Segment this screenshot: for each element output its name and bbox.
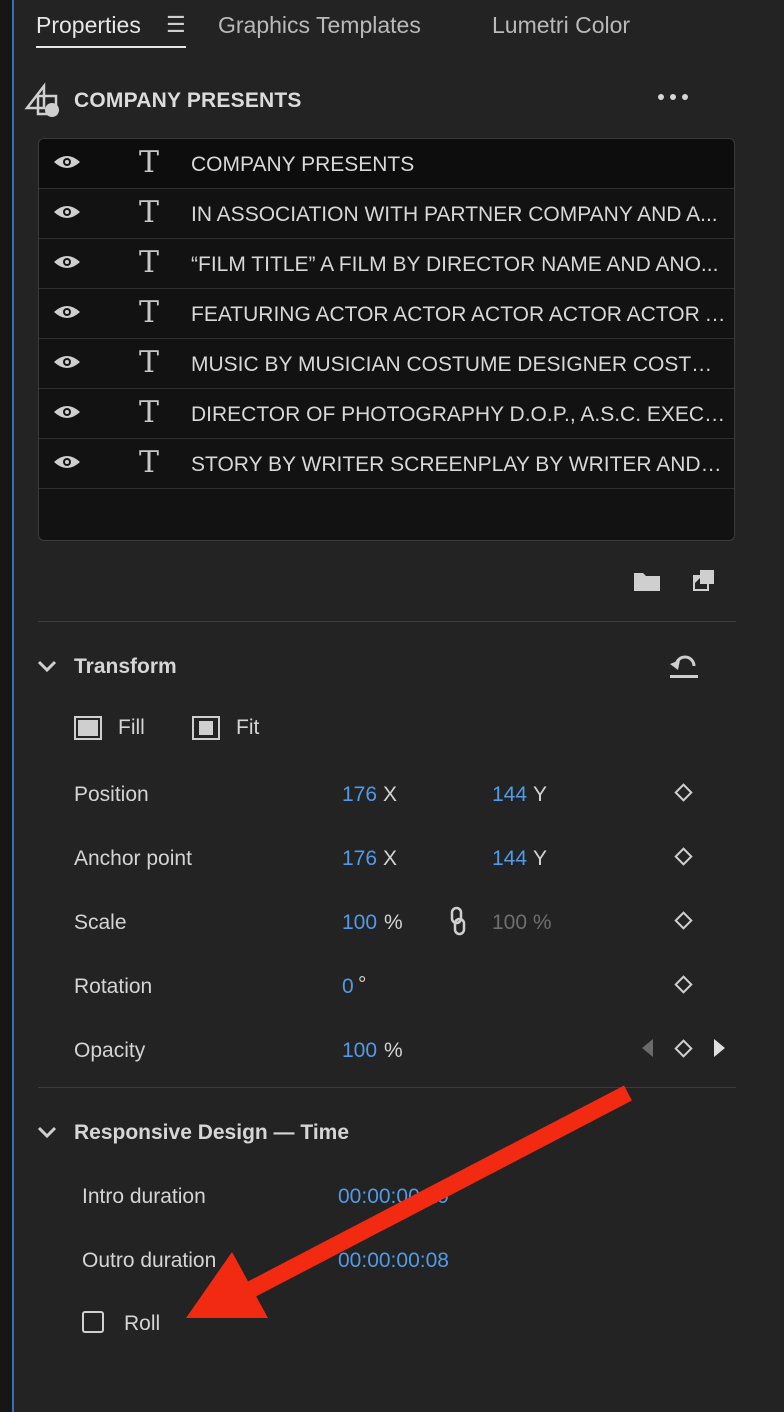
rotation-unit: ° [358, 973, 367, 996]
layer-name: MUSIC BY MUSICIAN COSTUME DESIGNER COSTU… [191, 353, 726, 376]
opacity-label: Opacity [74, 1039, 146, 1062]
position-label: Position [74, 783, 149, 806]
layer-row[interactable]: T IN ASSOCIATION WITH PARTNER COMPANY AN… [39, 189, 734, 239]
layer-list: T COMPANY PRESENTS T IN ASSOCIATION WITH… [38, 138, 735, 541]
text-layer-icon: T [139, 445, 160, 480]
layer-name: IN ASSOCIATION WITH PARTNER COMPANY AND … [191, 203, 718, 226]
layer-row[interactable]: T COMPANY PRESENTS [39, 139, 734, 189]
tab-graphics-templates[interactable]: Graphics Templates [218, 12, 421, 39]
scale-value[interactable]: 100 [342, 911, 377, 935]
folder-icon[interactable] [633, 570, 661, 592]
eye-icon[interactable] [53, 153, 81, 171]
properties-header: COMPANY PRESENTS [24, 80, 734, 120]
fill-icon [74, 716, 102, 740]
fit-icon [192, 716, 220, 740]
layer-name: STORY BY WRITER SCREENPLAY BY WRITER AND… [191, 453, 726, 476]
shapes-icon [24, 82, 59, 117]
position-y-value[interactable]: 144 [492, 783, 527, 807]
scale-height-value: 100 % [492, 911, 552, 934]
chevron-down-icon[interactable] [36, 1121, 58, 1143]
divider [38, 621, 736, 622]
scale-unit: % [384, 911, 403, 934]
chevron-down-icon[interactable] [36, 655, 58, 677]
layer-row[interactable]: T MUSIC BY MUSICIAN COSTUME DESIGNER COS… [39, 339, 734, 389]
layer-name: FEATURING ACTOR ACTOR ACTOR ACTOR ACTOR … [191, 303, 726, 326]
eye-icon[interactable] [53, 303, 81, 321]
roll-checkbox[interactable] [82, 1311, 104, 1333]
anchor-y-unit: Y [533, 847, 548, 870]
active-tab-indicator [36, 46, 186, 48]
layer-name: “FILM TITLE” A FILM BY DIRECTOR NAME AND… [191, 253, 719, 276]
reset-icon[interactable] [668, 652, 700, 680]
layer-row[interactable]: T STORY BY WRITER SCREENPLAY BY WRITER A… [39, 439, 734, 489]
section-title: Transform [74, 655, 177, 678]
intro-duration-value[interactable]: 00:00:00:19 [338, 1185, 449, 1209]
layer-name: COMPANY PRESENTS [191, 153, 415, 176]
outro-duration-label: Outro duration [82, 1249, 217, 1272]
text-layer-icon: T [139, 395, 160, 430]
layer-name: DIRECTOR OF PHOTOGRAPHY D.O.P., A.S.C. E… [191, 403, 726, 426]
anchor-point-label: Anchor point [74, 847, 192, 870]
eye-icon[interactable] [53, 353, 81, 371]
link-icon[interactable] [450, 906, 466, 936]
layer-row[interactable]: T FEATURING ACTOR ACTOR ACTOR ACTOR ACTO… [39, 289, 734, 339]
text-layer-icon: T [139, 295, 160, 330]
opacity-value[interactable]: 100 [342, 1039, 377, 1063]
opacity-unit: % [384, 1039, 403, 1062]
fill-label: Fill [118, 716, 145, 739]
responsive-design-section-header[interactable]: Responsive Design — Time [36, 1117, 436, 1147]
panel-tabs: Properties ☰ Graphics Templates Lumetri … [24, 0, 764, 54]
rotation-value[interactable]: 0 [342, 975, 354, 999]
previous-keyframe-icon[interactable] [642, 1039, 653, 1057]
eye-icon[interactable] [53, 203, 81, 221]
left-panel-edge [0, 0, 12, 1412]
fit-button[interactable]: Fit [192, 714, 292, 744]
anchor-x-unit: X [383, 847, 398, 870]
eye-icon[interactable] [53, 253, 81, 271]
more-horizontal-icon[interactable] [656, 88, 690, 108]
fill-button[interactable]: Fill [74, 714, 174, 744]
hamburger-icon[interactable]: ☰ [166, 12, 186, 38]
eye-icon[interactable] [53, 453, 81, 471]
position-y-unit: Y [533, 783, 548, 806]
divider [38, 1087, 736, 1088]
fit-label: Fit [236, 716, 260, 739]
outro-duration-value[interactable]: 00:00:00:08 [338, 1249, 449, 1273]
next-keyframe-icon[interactable] [714, 1039, 725, 1057]
text-layer-icon: T [139, 245, 160, 280]
new-layer-icon[interactable] [692, 568, 716, 592]
position-x-unit: X [383, 783, 398, 806]
scale-label: Scale [74, 911, 127, 934]
layer-row[interactable]: T DIRECTOR OF PHOTOGRAPHY D.O.P., A.S.C.… [39, 389, 734, 439]
layer-row[interactable]: T “FILM TITLE” A FILM BY DIRECTOR NAME A… [39, 239, 734, 289]
intro-duration-label: Intro duration [82, 1185, 206, 1208]
tab-properties[interactable]: Properties [36, 12, 141, 39]
roll-label[interactable]: Roll [124, 1312, 160, 1336]
eye-icon[interactable] [53, 403, 81, 421]
text-layer-icon: T [139, 195, 160, 230]
transform-section-header[interactable]: Transform [36, 651, 336, 681]
graphic-title: COMPANY PRESENTS [74, 89, 302, 112]
text-layer-icon: T [139, 345, 160, 380]
tab-lumetri-color[interactable]: Lumetri Color [492, 12, 630, 39]
anchor-y-value[interactable]: 144 [492, 847, 527, 871]
position-x-value[interactable]: 176 [342, 783, 377, 807]
anchor-x-value[interactable]: 176 [342, 847, 377, 871]
rotation-label: Rotation [74, 975, 153, 998]
section-title: Responsive Design — Time [74, 1121, 350, 1144]
text-layer-icon: T [139, 145, 160, 180]
